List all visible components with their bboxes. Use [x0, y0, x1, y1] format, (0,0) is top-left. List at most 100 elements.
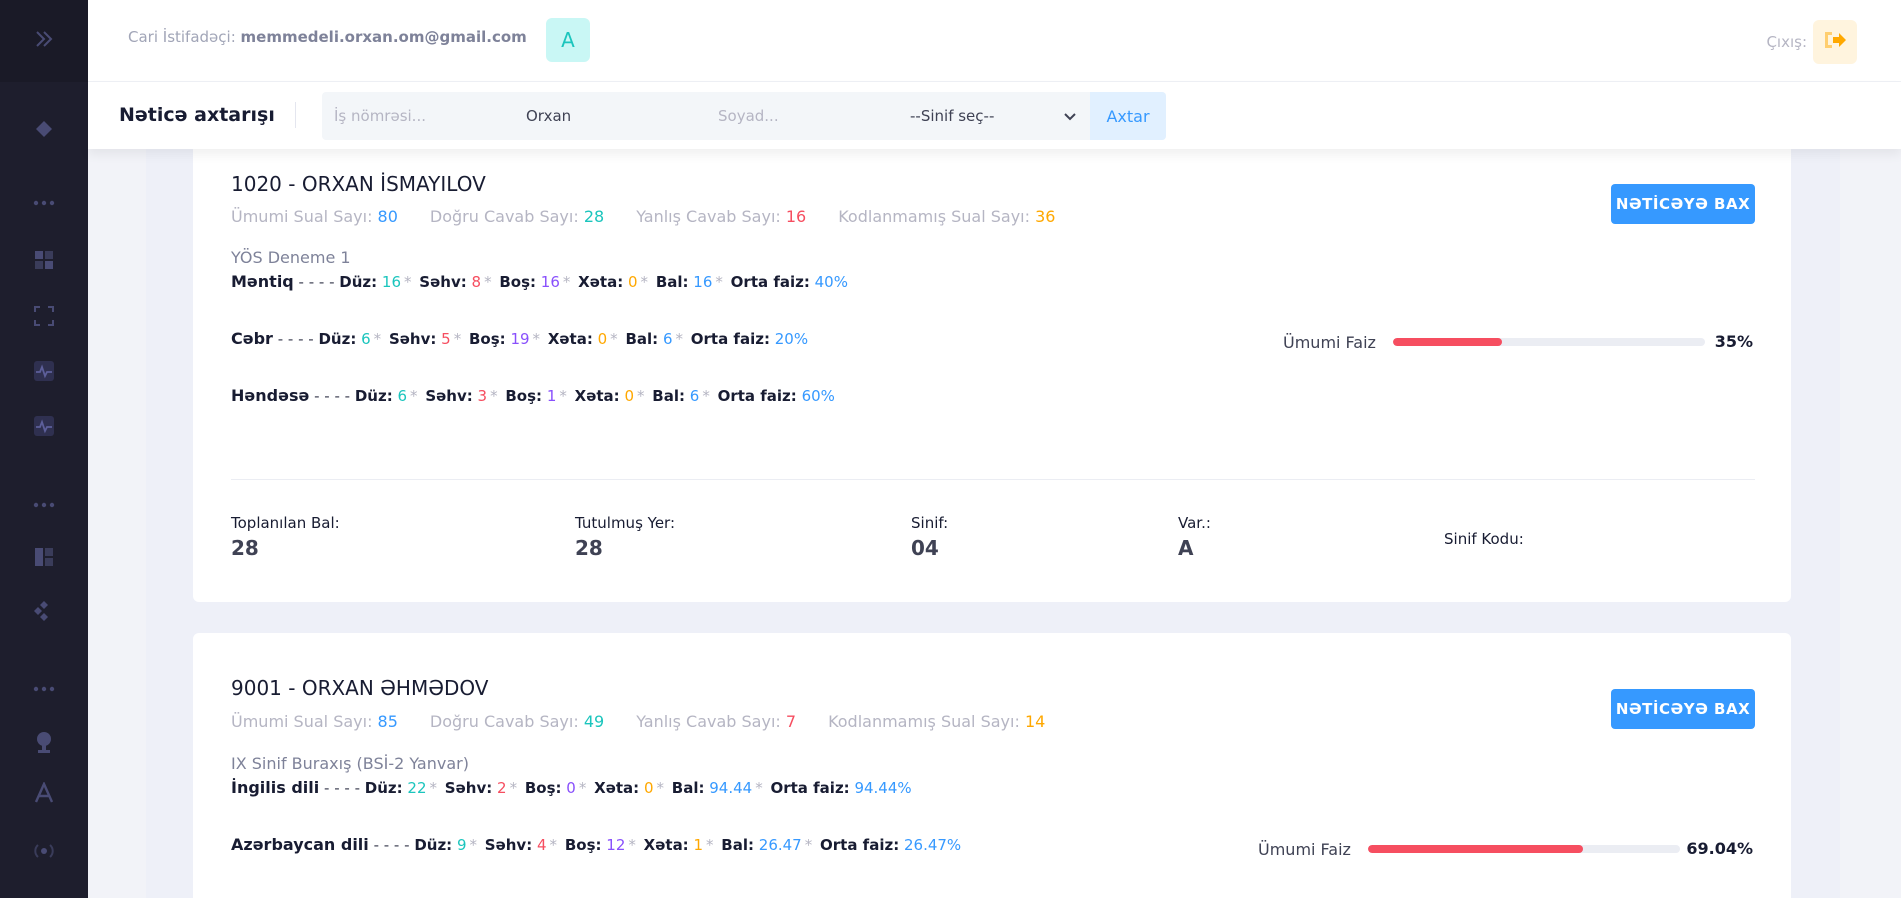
total-questions-label: Ümumi Sual Sayı: [231, 712, 373, 731]
wrong-answers-label: Yanlış Cavab Sayı: [636, 712, 781, 731]
star-separator: * [562, 273, 571, 291]
score-value: 94.44 [709, 779, 753, 797]
correct-value: 9 [456, 836, 467, 854]
star-separator: * [549, 836, 558, 854]
empty-value: 0 [566, 779, 576, 797]
star-separator: * [490, 387, 498, 405]
correct-value: 6 [361, 330, 371, 348]
wrong-value: 4 [537, 836, 547, 854]
average-percent-label: Orta faiz: [820, 836, 900, 854]
correct-label: Düz: [318, 330, 357, 348]
error-value: 0 [597, 330, 608, 348]
pulse-icon[interactable] [0, 415, 88, 437]
score-label: Bal: [721, 836, 754, 854]
correct-answers-value: 49 [583, 712, 605, 731]
dashboard-icon[interactable] [0, 118, 88, 140]
variant-value: A [1178, 536, 1194, 560]
overall-percent-label: Ümumi Faiz [1283, 332, 1376, 352]
error-value: 0 [643, 779, 654, 797]
overall-percent-label: Ümumi Faiz [1258, 839, 1351, 859]
overall-progress-bar [1393, 338, 1705, 346]
wrong-value: 2 [497, 779, 507, 797]
more-dots-icon [0, 686, 88, 692]
subject-line: Həndəsə - - - - Düz: 6 * Səhv: 3 * Boş: 1 *… [231, 386, 835, 405]
subject-name: Azərbaycan dili [231, 835, 369, 854]
variant-label: Var.: [1178, 514, 1211, 532]
class-select[interactable]: --Sinif seç-- [898, 92, 1090, 140]
components-icon[interactable] [0, 600, 88, 622]
error-value: 1 [693, 836, 704, 854]
collected-score-value: 28 [231, 536, 259, 560]
average-percent-value: 26.47% [903, 836, 962, 854]
class-select-value: --Sinif seç-- [910, 107, 995, 125]
score-label: Bal: [671, 779, 705, 797]
activity-icon[interactable] [0, 360, 88, 382]
result-card: 1020 - ORXAN İSMAYILOV Ümumi Sual Sayı: … [193, 120, 1791, 602]
overall-percent-value: 69.04% [1686, 839, 1753, 858]
total-questions: Ümumi Sual Sayı: 85 [231, 712, 398, 731]
wrong-label: Səhv: [484, 836, 533, 854]
score-label: Bal: [625, 330, 659, 348]
average-percent-value: 60% [801, 387, 835, 405]
wrong-label: Səhv: [425, 387, 473, 405]
score-value: 26.47 [758, 836, 802, 854]
tables-icon[interactable] [0, 547, 88, 567]
view-result-button[interactable]: NƏTİCƏYƏ BAX [1611, 689, 1755, 729]
correct-value: 16 [381, 273, 402, 291]
star-separator: * [429, 779, 438, 797]
variant: Var.: A [1178, 514, 1211, 560]
empty-value: 12 [606, 836, 626, 854]
work-number-input[interactable] [322, 92, 514, 140]
sidebar-brand [0, 0, 88, 82]
uncoded-questions-value: 36 [1035, 207, 1056, 226]
overall-progress-fill [1368, 845, 1584, 853]
view-result-button[interactable]: NƏTİCƏYƏ BAX [1611, 184, 1755, 224]
star-separator: * [637, 387, 645, 405]
page-title: Nəticə axtarışı [119, 102, 296, 128]
sidebar-toggle-icon[interactable] [32, 27, 56, 55]
uncoded-questions-value: 14 [1024, 712, 1046, 731]
font-icon[interactable] [0, 782, 88, 804]
chevron-down-icon [1064, 107, 1076, 125]
error-value: 0 [627, 273, 638, 291]
layout-grid-icon[interactable] [0, 250, 88, 270]
avatar[interactable]: A [546, 18, 590, 62]
sidebar [0, 0, 88, 898]
average-percent-label: Orta faiz: [717, 387, 797, 405]
logout-button[interactable] [1813, 20, 1857, 64]
search-button[interactable]: Axtar [1090, 92, 1166, 140]
total-questions: Ümumi Sual Sayı: 80 [231, 207, 398, 226]
star-separator: * [578, 779, 587, 797]
total-questions-value: 80 [377, 207, 398, 226]
surname-input[interactable] [706, 92, 898, 140]
class-code: Sinif Kodu: [1444, 530, 1524, 552]
star-separator: * [610, 330, 618, 348]
class-label: Sinif: [911, 514, 949, 532]
expand-icon[interactable] [0, 305, 88, 327]
divider [231, 479, 1755, 480]
name-input[interactable] [514, 92, 706, 140]
empty-value: 16 [540, 273, 560, 291]
average-percent-label: Orta faiz: [690, 330, 770, 348]
rank-value: 28 [575, 536, 603, 560]
subject-name: Məntiq [231, 272, 294, 291]
total-questions-value: 85 [377, 712, 398, 731]
wrong-value: 8 [471, 273, 482, 291]
empty-label: Boş: [468, 330, 506, 348]
broadcast-icon[interactable] [0, 840, 88, 862]
average-percent-value: 94.44% [854, 779, 912, 797]
rank-label: Tutulmuş Yer: [575, 514, 676, 532]
average-percent-value: 20% [774, 330, 809, 348]
star-separator: * [532, 330, 541, 348]
star-separator: * [484, 273, 492, 291]
result-stats: Ümumi Sual Sayı: 80 Doğru Cavab Sayı: 28… [231, 207, 1055, 226]
wrong-answers: Yanlış Cavab Sayı: 16 [636, 207, 806, 226]
empty-label: Boş: [564, 836, 602, 854]
star-separator: * [628, 836, 636, 854]
star-separator: * [755, 779, 763, 797]
microphone-icon[interactable] [0, 730, 88, 754]
subject-name: İngilis dili [231, 778, 320, 797]
correct-value: 6 [397, 387, 408, 405]
empty-value: 1 [546, 387, 557, 405]
total-questions-label: Ümumi Sual Sayı: [231, 207, 373, 226]
